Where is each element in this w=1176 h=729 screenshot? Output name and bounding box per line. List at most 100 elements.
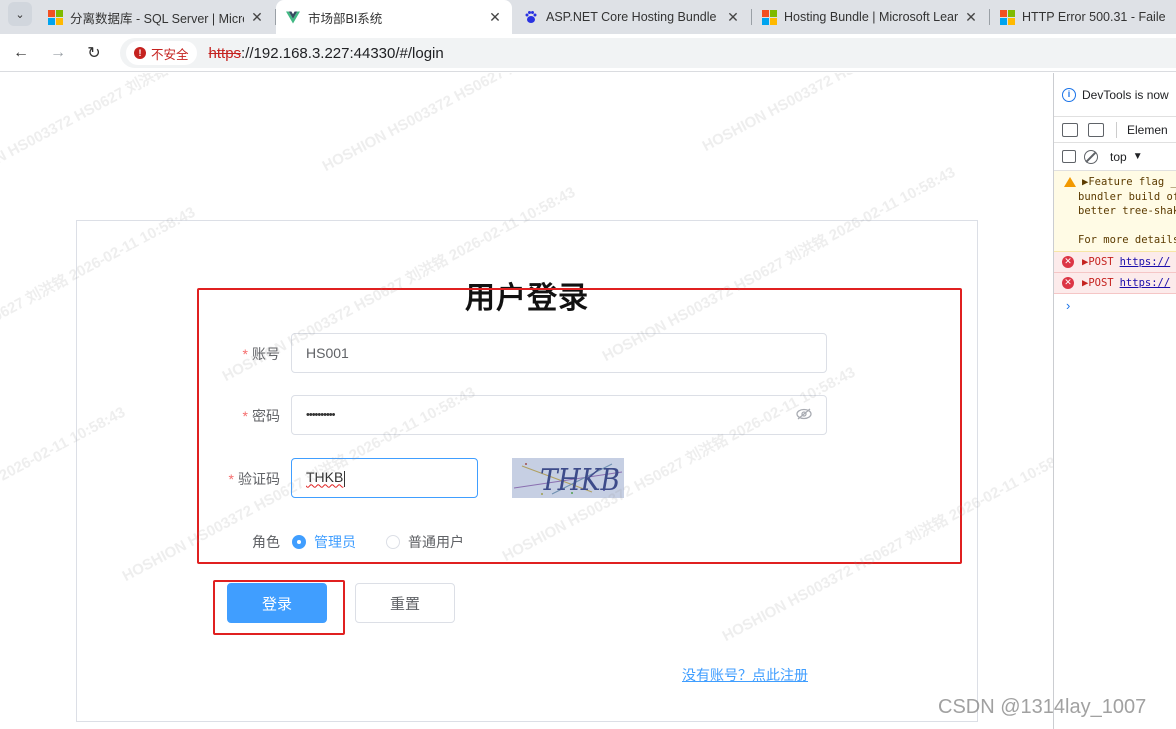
captcha-label-text: 验证码 xyxy=(238,471,280,487)
chevron-down-icon[interactable]: ▼ xyxy=(1133,151,1143,162)
password-label: * 密码 xyxy=(200,406,280,426)
tab-aspnet-hosting[interactable]: ASP.NET Core Hosting Bundle ✕ xyxy=(514,0,750,34)
page-content: 用户登录 * 账号 HS001 * 密码 •••••••••• * 验证码 THKB xyxy=(0,73,1053,729)
inspect-element-icon[interactable] xyxy=(1062,122,1078,137)
role-option-admin[interactable]: 管理员 xyxy=(292,532,356,552)
password-input[interactable]: •••••••••• xyxy=(291,395,827,435)
devtools-tab-elements[interactable]: Elemen xyxy=(1127,123,1168,137)
error-icon: ✕ xyxy=(1062,256,1074,268)
account-value: HS001 xyxy=(306,345,349,361)
captcha-text: THKB xyxy=(540,463,620,498)
baidu-paw-icon xyxy=(525,11,537,23)
tab-title: HTTP Error 500.31 - Failed xyxy=(1022,10,1166,24)
chevron-down-icon: ⌄ xyxy=(15,8,25,21)
error-method: ▶POST xyxy=(1082,277,1114,289)
device-toolbar-icon[interactable] xyxy=(1088,122,1104,137)
arrow-right-icon: → xyxy=(50,44,66,61)
clear-console-icon[interactable] xyxy=(1084,149,1098,164)
microsoft-logo-icon xyxy=(762,10,777,25)
forward-button[interactable]: → xyxy=(45,40,71,66)
captcha-input-value: THKB xyxy=(306,469,463,487)
warning-icon: ! xyxy=(134,47,146,59)
text-caret xyxy=(344,470,346,487)
required-mark: * xyxy=(242,408,248,424)
account-label-text: 账号 xyxy=(252,346,280,362)
security-indicator[interactable]: ! 不安全 xyxy=(126,41,197,65)
radio-unchecked-icon xyxy=(386,535,400,549)
error-link[interactable]: https:// xyxy=(1120,277,1171,289)
warning-line: ▶Feature flag _ xyxy=(1082,176,1176,188)
microsoft-logo-icon xyxy=(48,10,63,25)
console-toolbar: top ▼ xyxy=(1054,143,1176,171)
radio-checked-icon xyxy=(292,535,306,549)
address-bar: ← → ↻ ! 不安全 https://192.168.3.227:44330/… xyxy=(0,34,1176,72)
console-error[interactable]: ✕ ▶POST https:// xyxy=(1054,252,1176,273)
omnibox[interactable]: ! 不安全 https://192.168.3.227:44330/#/logi… xyxy=(120,38,1176,68)
tab-title: 市场部BI系统 xyxy=(308,11,383,26)
eye-icon[interactable] xyxy=(796,407,812,423)
sidebar-toggle-icon[interactable] xyxy=(1062,150,1076,163)
captcha-value: THKB xyxy=(306,469,344,486)
error-link[interactable]: https:// xyxy=(1120,256,1171,268)
error-method: ▶POST xyxy=(1082,256,1114,268)
watermark-text: HOSHION HS003372 HS0627 刘洪铭 2026-02-11 1… xyxy=(319,73,679,176)
register-link[interactable]: 没有账号？点此注册 xyxy=(682,665,808,685)
required-mark: * xyxy=(242,346,248,362)
warning-icon xyxy=(1064,177,1076,187)
password-label-text: 密码 xyxy=(252,408,280,424)
devtools-info-bar: i DevTools is now xyxy=(1054,73,1176,117)
info-icon: i xyxy=(1062,87,1076,102)
back-button[interactable]: ← xyxy=(8,40,34,66)
console-error[interactable]: ✕ ▶POST https:// xyxy=(1054,273,1176,294)
captcha-image[interactable]: THKB xyxy=(512,458,624,498)
captcha-label: * 验证码 xyxy=(200,469,280,489)
arrow-left-icon: ← xyxy=(13,44,29,61)
required-mark: * xyxy=(228,471,234,487)
security-label: 不安全 xyxy=(151,47,189,62)
tab-hosting-bundle[interactable]: Hosting Bundle | Microsoft Learn ✕ xyxy=(752,0,988,34)
role-label: 角色 xyxy=(200,532,280,552)
csdn-watermark: CSDN @1314lay_1007 xyxy=(938,696,1147,718)
tab-http-error[interactable]: HTTP Error 500.31 - Failed xyxy=(990,0,1176,34)
error-icon: ✕ xyxy=(1062,277,1074,289)
captcha-input[interactable]: THKB xyxy=(291,458,478,498)
tab-sql-server[interactable]: 分离数据库 - SQL Server | Microsoft Learn ✕ xyxy=(38,0,274,34)
tab-list-button[interactable]: ⌄ xyxy=(8,2,32,26)
tab-title: Hosting Bundle | Microsoft Learn xyxy=(784,10,958,24)
warning-line: better tree-shak xyxy=(1078,205,1176,217)
browser-tab-bar: ⌄ 分离数据库 - SQL Server | Microsoft Learn ✕… xyxy=(0,0,1176,34)
role-radio-group: 管理员 普通用户 xyxy=(292,532,494,552)
vue-logo-icon xyxy=(286,11,300,23)
reset-button[interactable]: 重置 xyxy=(355,583,455,623)
microsoft-logo-icon xyxy=(1000,10,1015,25)
role-label-text: 角色 xyxy=(252,534,280,550)
watermark-text: HOSHION HS003372 HS0627 刘洪铭 2026-02-11 1… xyxy=(698,73,1053,156)
role-option-label: 管理员 xyxy=(314,534,356,550)
context-selector[interactable]: top xyxy=(1110,150,1127,164)
role-option-label: 普通用户 xyxy=(408,534,464,550)
reload-icon: ↻ xyxy=(87,45,101,62)
devtools-panel: i DevTools is now Elemen top ▼ ▶Feature … xyxy=(1053,73,1176,729)
eye-slash-icon xyxy=(796,408,812,420)
close-icon[interactable]: ✕ xyxy=(964,9,978,26)
tab-bi-system[interactable]: 市场部BI系统 ✕ xyxy=(276,0,512,34)
url-text[interactable]: https://192.168.3.227:44330/#/login xyxy=(209,45,444,62)
close-icon[interactable]: ✕ xyxy=(726,9,740,26)
reload-button[interactable]: ↻ xyxy=(81,40,107,66)
account-input[interactable]: HS001 xyxy=(291,333,827,373)
warning-line: bundler build of xyxy=(1078,190,1176,203)
devtools-tab-bar: Elemen xyxy=(1054,117,1176,143)
close-icon[interactable]: ✕ xyxy=(488,9,502,26)
console-prompt[interactable]: › xyxy=(1054,298,1176,313)
divider xyxy=(1116,121,1117,138)
tab-title: 分离数据库 - SQL Server | Microsoft Learn xyxy=(70,11,244,26)
tab-title: ASP.NET Core Hosting Bundle xyxy=(546,10,717,24)
console-warning[interactable]: ▶Feature flag _ bundler build of better … xyxy=(1054,171,1176,252)
login-button[interactable]: 登录 xyxy=(227,583,327,623)
watermark-text: HOSHION HS003372 HS0627 刘洪铭 2026-02-11 1… xyxy=(0,73,298,196)
role-option-user[interactable]: 普通用户 xyxy=(386,532,464,552)
close-icon[interactable]: ✕ xyxy=(250,9,264,26)
warning-line: For more details xyxy=(1078,233,1176,246)
captcha-svg: THKB xyxy=(512,458,624,498)
password-value: •••••••••• xyxy=(306,409,336,421)
